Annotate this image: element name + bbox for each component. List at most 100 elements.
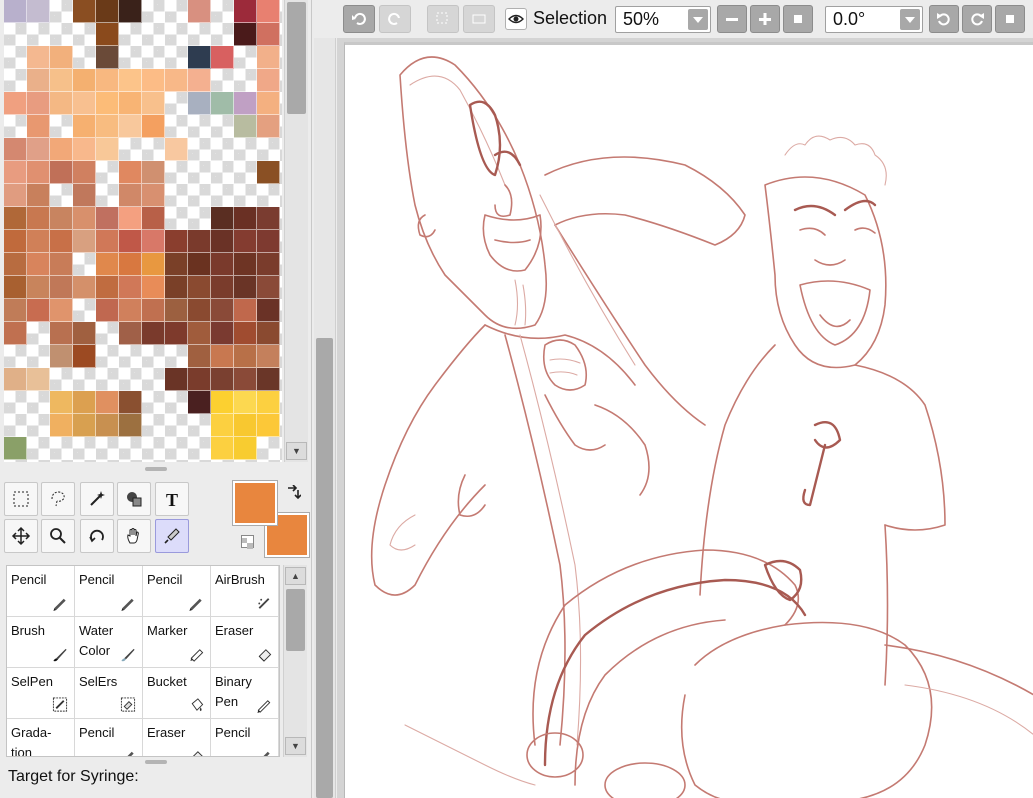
- color-swatch[interactable]: [50, 322, 73, 345]
- color-swatch[interactable]: [27, 0, 50, 23]
- brush-tool-eraser[interactable]: Eraser: [211, 617, 279, 668]
- empty-swatch[interactable]: [119, 23, 142, 46]
- color-swatch[interactable]: [73, 391, 96, 414]
- empty-swatch[interactable]: [142, 345, 165, 368]
- empty-swatch[interactable]: [142, 391, 165, 414]
- empty-swatch[interactable]: [211, 184, 234, 207]
- empty-swatch[interactable]: [4, 23, 27, 46]
- color-swatch[interactable]: [119, 92, 142, 115]
- color-swatch[interactable]: [96, 69, 119, 92]
- color-swatch[interactable]: [188, 391, 211, 414]
- color-swatch[interactable]: [27, 368, 50, 391]
- color-swatch[interactable]: [211, 368, 234, 391]
- empty-swatch[interactable]: [142, 0, 165, 23]
- color-swatch[interactable]: [50, 299, 73, 322]
- color-swatch[interactable]: [119, 322, 142, 345]
- empty-swatch[interactable]: [50, 368, 73, 391]
- color-swatch[interactable]: [234, 276, 257, 299]
- brush-tool-selpen[interactable]: SelPen: [7, 668, 75, 719]
- color-swatch[interactable]: [27, 253, 50, 276]
- color-swatch[interactable]: [73, 184, 96, 207]
- empty-swatch[interactable]: [142, 437, 165, 460]
- redo-button[interactable]: [379, 5, 411, 33]
- color-swatch[interactable]: [188, 299, 211, 322]
- brush-tool-pencil[interactable]: Pencil: [75, 719, 143, 756]
- empty-swatch[interactable]: [188, 23, 211, 46]
- rotate-tool-button[interactable]: [80, 519, 114, 553]
- empty-swatch[interactable]: [211, 23, 234, 46]
- brush-tool-water-color[interactable]: Water Color: [75, 617, 143, 668]
- color-swatch[interactable]: [234, 322, 257, 345]
- color-swatch[interactable]: [211, 46, 234, 69]
- selection-visibility-toggle[interactable]: [505, 8, 527, 30]
- empty-swatch[interactable]: [119, 46, 142, 69]
- color-swatch[interactable]: [188, 46, 211, 69]
- color-swatch[interactable]: [73, 115, 96, 138]
- color-swatch[interactable]: [234, 230, 257, 253]
- zoom-out-button[interactable]: [717, 5, 747, 33]
- empty-swatch[interactable]: [234, 184, 257, 207]
- color-swatch[interactable]: [165, 69, 188, 92]
- empty-swatch[interactable]: [188, 207, 211, 230]
- color-swatch[interactable]: [73, 69, 96, 92]
- canvas-vertical-scrollbar[interactable]: ▲: [314, 0, 336, 798]
- empty-swatch[interactable]: [119, 437, 142, 460]
- color-swatch[interactable]: [50, 92, 73, 115]
- empty-swatch[interactable]: [142, 138, 165, 161]
- color-swatch[interactable]: [96, 391, 119, 414]
- empty-swatch[interactable]: [165, 414, 188, 437]
- zoom-combobox[interactable]: 50%: [615, 6, 711, 33]
- color-swatch[interactable]: [96, 0, 119, 23]
- color-swatch[interactable]: [211, 253, 234, 276]
- empty-swatch[interactable]: [211, 161, 234, 184]
- zoom-reset-button[interactable]: [783, 5, 813, 33]
- color-swatch[interactable]: [211, 230, 234, 253]
- color-swatch[interactable]: [188, 345, 211, 368]
- brush-list-scrollbar[interactable]: ▲ ▼: [283, 565, 307, 757]
- brush-scroll-up-button[interactable]: ▲: [285, 567, 306, 585]
- empty-swatch[interactable]: [165, 345, 188, 368]
- color-swatch[interactable]: [4, 322, 27, 345]
- empty-swatch[interactable]: [234, 46, 257, 69]
- color-swatch[interactable]: [257, 391, 280, 414]
- empty-swatch[interactable]: [96, 345, 119, 368]
- color-swatch[interactable]: [96, 115, 119, 138]
- color-swatch[interactable]: [234, 368, 257, 391]
- empty-swatch[interactable]: [96, 322, 119, 345]
- color-swatch[interactable]: [4, 253, 27, 276]
- color-swatch[interactable]: [4, 161, 27, 184]
- color-swatch[interactable]: [96, 138, 119, 161]
- color-swatch[interactable]: [50, 345, 73, 368]
- color-swatch[interactable]: [211, 92, 234, 115]
- rotation-reset-button[interactable]: [995, 5, 1025, 33]
- empty-swatch[interactable]: [211, 0, 234, 23]
- color-swatch[interactable]: [142, 115, 165, 138]
- color-swatch[interactable]: [4, 0, 27, 23]
- color-swatch[interactable]: [119, 0, 142, 23]
- color-swatch[interactable]: [257, 23, 280, 46]
- color-swatch[interactable]: [119, 184, 142, 207]
- color-swatch[interactable]: [27, 92, 50, 115]
- empty-swatch[interactable]: [4, 414, 27, 437]
- color-swatch[interactable]: [234, 115, 257, 138]
- color-swatch[interactable]: [188, 276, 211, 299]
- color-swatch[interactable]: [234, 391, 257, 414]
- color-swatch[interactable]: [142, 161, 165, 184]
- move-tool-button[interactable]: [4, 519, 38, 553]
- color-swatch[interactable]: [119, 253, 142, 276]
- color-swatch[interactable]: [96, 299, 119, 322]
- color-swatch[interactable]: [73, 276, 96, 299]
- color-swatch[interactable]: [96, 207, 119, 230]
- color-swatch[interactable]: [50, 230, 73, 253]
- empty-swatch[interactable]: [50, 437, 73, 460]
- brush-tool-bucket[interactable]: Bucket: [143, 668, 211, 719]
- color-swatch[interactable]: [211, 345, 234, 368]
- text-tool-button[interactable]: T: [155, 482, 189, 516]
- color-swatch[interactable]: [188, 230, 211, 253]
- empty-swatch[interactable]: [119, 368, 142, 391]
- color-swatch[interactable]: [234, 345, 257, 368]
- swatch-scroll-down-button[interactable]: ▼: [286, 442, 307, 460]
- color-swatch[interactable]: [119, 391, 142, 414]
- color-swatch[interactable]: [257, 368, 280, 391]
- color-swatch[interactable]: [73, 345, 96, 368]
